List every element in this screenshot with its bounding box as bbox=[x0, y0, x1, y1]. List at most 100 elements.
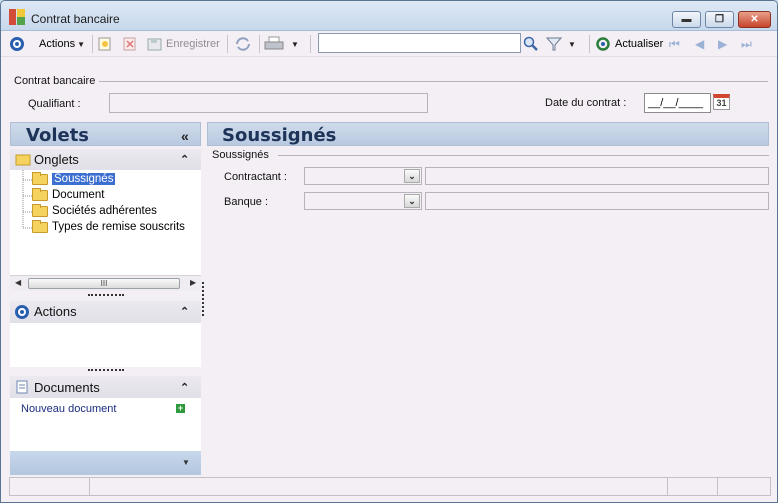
chevron-up-icon[interactable]: ⌃ bbox=[180, 381, 189, 394]
first-icon: ⏮ bbox=[669, 36, 680, 51]
documents-header[interactable]: Documents ⌃ bbox=[10, 376, 201, 398]
volets-header: Volets « bbox=[10, 122, 201, 146]
print-icon bbox=[264, 36, 284, 50]
maximize-icon: ❐ bbox=[715, 13, 724, 25]
qualifiant-label: Qualifiant : bbox=[28, 98, 81, 110]
chevron-up-icon[interactable]: ⌃ bbox=[180, 305, 189, 318]
refresh-icon bbox=[596, 37, 610, 51]
onglets-tree: Soussignés Document Sociétés adhérentes … bbox=[10, 170, 201, 275]
search-button[interactable] bbox=[523, 34, 539, 54]
actions-body bbox=[10, 323, 201, 367]
close-button[interactable]: ✕ bbox=[738, 11, 771, 28]
double-chevron-down-icon[interactable]: ⌄ bbox=[404, 169, 420, 183]
search-box[interactable] bbox=[318, 33, 521, 53]
scroll-left-icon[interactable]: ◀ bbox=[15, 278, 21, 287]
document-icon bbox=[16, 380, 28, 394]
chevron-up-icon[interactable]: ⌃ bbox=[180, 153, 189, 166]
collapse-panel-icon[interactable]: « bbox=[181, 128, 189, 144]
sync-icon bbox=[236, 37, 250, 51]
save-button[interactable]: Enregistrer bbox=[147, 34, 220, 54]
status-bar bbox=[9, 477, 771, 496]
caret-down-icon: ▼ bbox=[77, 39, 85, 49]
documents-body: Nouveau document + bbox=[10, 398, 201, 451]
volets-title: Volets bbox=[26, 125, 90, 146]
actions-icon bbox=[15, 305, 29, 319]
onglets-header[interactable]: Onglets ⌃ bbox=[10, 149, 201, 170]
window-title: Contrat bancaire bbox=[31, 12, 120, 26]
toolbar: Actions ▼ Enregistrer ▼ ▼ Actualiser ⏮ ◀… bbox=[1, 31, 777, 57]
contrat-section-label: Contrat bancaire bbox=[14, 75, 96, 87]
separator bbox=[589, 35, 590, 53]
caret-down-icon: ▼ bbox=[291, 39, 299, 49]
new-button[interactable] bbox=[98, 34, 112, 54]
separator bbox=[92, 35, 93, 53]
folder-icon bbox=[32, 203, 48, 217]
new-document-link[interactable]: Nouveau document bbox=[21, 403, 116, 415]
filter-button[interactable]: ▼ bbox=[546, 34, 576, 54]
tree-item-label: Sociétés adhérentes bbox=[52, 205, 157, 217]
horizontal-scrollbar[interactable]: ◀ III ▶ bbox=[10, 275, 201, 291]
contractant-name-field[interactable] bbox=[425, 167, 769, 185]
onglets-title: Onglets bbox=[34, 152, 79, 167]
first-record-button[interactable]: ⏮ bbox=[669, 34, 680, 54]
target-icon bbox=[10, 37, 24, 51]
next-record-button[interactable]: ▶ bbox=[718, 34, 727, 54]
tree-item-label: Types de remise souscrits bbox=[52, 221, 185, 233]
title-bar: Contrat bancaire ▬ ❐ ✕ bbox=[1, 1, 777, 31]
date-label: Date du contrat : bbox=[545, 97, 627, 109]
tree-item-document[interactable]: Document bbox=[32, 187, 104, 202]
prev-icon: ◀ bbox=[695, 37, 705, 51]
maximize-button[interactable]: ❐ bbox=[705, 11, 734, 28]
documents-title: Documents bbox=[34, 380, 100, 395]
caret-down-icon: ▼ bbox=[568, 39, 576, 49]
scroll-thumb[interactable]: III bbox=[28, 278, 180, 289]
calendar-day: 31 bbox=[716, 98, 727, 108]
splitter-grip[interactable] bbox=[88, 369, 124, 371]
last-icon: ⏭ bbox=[741, 36, 752, 51]
tree-item-soussignes[interactable]: Soussignés bbox=[32, 171, 116, 186]
vertical-splitter[interactable] bbox=[202, 282, 204, 316]
tree-item-types-remise[interactable]: Types de remise souscrits bbox=[32, 219, 185, 234]
left-panel: Volets « Onglets ⌃ Soussignés Document S… bbox=[10, 122, 201, 476]
actions-title: Actions bbox=[34, 304, 77, 319]
target-button[interactable] bbox=[10, 34, 24, 54]
last-record-button[interactable]: ⏭ bbox=[741, 34, 752, 54]
status-cell bbox=[10, 478, 90, 495]
filter-icon bbox=[546, 37, 562, 51]
delete-button[interactable] bbox=[123, 34, 137, 54]
sync-button[interactable] bbox=[234, 34, 252, 54]
banque-label: Banque : bbox=[224, 196, 269, 208]
main-header: Soussignés bbox=[207, 122, 769, 146]
actions-header[interactable]: Actions ⌃ bbox=[10, 301, 201, 323]
scroll-right-icon[interactable]: ▶ bbox=[190, 278, 196, 287]
close-icon: ✕ bbox=[750, 13, 759, 25]
date-value: __/__/____ bbox=[648, 97, 704, 109]
search-input[interactable] bbox=[319, 34, 520, 52]
chevron-down-icon[interactable]: ▼ bbox=[182, 458, 190, 467]
save-icon bbox=[147, 38, 162, 51]
divider bbox=[278, 155, 769, 156]
qualifiant-field[interactable] bbox=[109, 93, 428, 113]
banque-dropdown[interactable]: ⌄ bbox=[304, 192, 422, 210]
calendar-icon[interactable]: 31 bbox=[713, 94, 730, 110]
add-icon[interactable]: + bbox=[176, 404, 185, 413]
search-icon bbox=[523, 36, 538, 51]
next-icon: ▶ bbox=[718, 37, 728, 51]
refresh-button[interactable]: Actualiser bbox=[595, 34, 663, 54]
minimize-button[interactable]: ▬ bbox=[672, 11, 701, 28]
folder-icon bbox=[32, 219, 48, 233]
folder-icon bbox=[15, 154, 31, 166]
date-field[interactable]: __/__/____ bbox=[644, 93, 711, 113]
main-window: Contrat bancaire ▬ ❐ ✕ Actions ▼ Enregist… bbox=[0, 0, 778, 503]
double-chevron-down-icon[interactable]: ⌄ bbox=[404, 194, 420, 208]
actions-menu-button[interactable]: Actions ▼ bbox=[39, 34, 85, 54]
new-doc-icon bbox=[98, 37, 111, 51]
splitter-grip[interactable] bbox=[88, 294, 124, 296]
tree-item-societes[interactable]: Sociétés adhérentes bbox=[32, 203, 157, 218]
prev-record-button[interactable]: ◀ bbox=[695, 34, 704, 54]
delete-icon bbox=[123, 37, 136, 51]
banque-name-field[interactable] bbox=[425, 192, 769, 210]
contractant-dropdown[interactable]: ⌄ bbox=[304, 167, 422, 185]
print-button[interactable]: ▼ bbox=[264, 34, 299, 54]
main-title: Soussignés bbox=[222, 125, 337, 146]
